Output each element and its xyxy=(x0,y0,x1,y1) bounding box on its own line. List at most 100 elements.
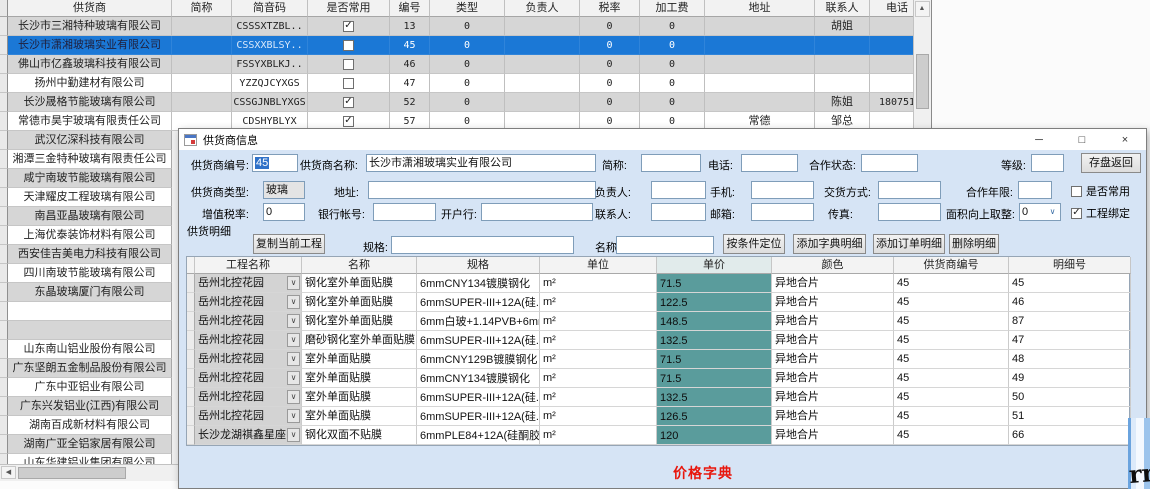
save-return-button[interactable]: 存盘返回 xyxy=(1081,153,1141,173)
cell-price[interactable]: 71.5 xyxy=(657,350,772,369)
cell-tax[interactable]: 0 xyxy=(580,93,640,112)
common-use-checkbox[interactable]: ✓ xyxy=(343,21,354,32)
row-header[interactable] xyxy=(187,407,195,426)
cell-addr[interactable] xyxy=(705,74,815,93)
supplier-list-item[interactable]: 咸宁南玻节能玻璃有限公司 xyxy=(8,169,172,188)
cell-code[interactable]: CSSGJNBLYXGS xyxy=(232,93,308,112)
cell-unit[interactable]: m² xyxy=(540,426,657,445)
combo-dropdown-icon[interactable]: ∨ xyxy=(287,276,300,290)
close-button[interactable]: × xyxy=(1110,129,1140,150)
cell-id[interactable]: 52 xyxy=(390,93,430,112)
row-header[interactable] xyxy=(0,264,8,283)
cell-color[interactable]: 异地合片 xyxy=(772,312,894,331)
supplier-list-item[interactable]: 广东兴发铝业(江西)有限公司 xyxy=(8,397,172,416)
cell-manager[interactable] xyxy=(505,93,580,112)
combo-dropdown-icon[interactable]: ∨ xyxy=(287,371,300,385)
row-header[interactable] xyxy=(0,93,8,112)
cell-detail_no[interactable]: 47 xyxy=(1009,331,1131,350)
delivery-input[interactable] xyxy=(878,181,941,199)
supplier-list-item[interactable]: 天津耀皮工程玻璃有限公司 xyxy=(8,188,172,207)
column-header-supplier_no[interactable]: 供货商编号 xyxy=(894,257,1009,274)
cell-project[interactable]: 岳州北控花园∨ xyxy=(195,369,302,388)
cell-fee[interactable]: 0 xyxy=(640,36,705,55)
combo-dropdown-icon[interactable]: ∨ xyxy=(287,333,300,347)
cell-name[interactable]: 钢化室外单面贴膜 xyxy=(302,293,417,312)
cell-detail_no[interactable]: 66 xyxy=(1009,426,1131,445)
cell-unit[interactable]: m² xyxy=(540,407,657,426)
bank-input[interactable] xyxy=(481,203,593,221)
cell-supplier[interactable]: 长沙市潇湘玻璃实业有限公司 xyxy=(8,36,172,55)
delete-detail-button[interactable]: 删除明细 xyxy=(949,234,999,254)
supplier-list-item[interactable]: 武汉亿深科技有限公司 xyxy=(8,131,172,150)
cell-addr[interactable] xyxy=(705,17,815,36)
cell-project[interactable]: 岳州北控花园∨ xyxy=(195,331,302,350)
column-header-name[interactable]: 名称 xyxy=(302,257,417,274)
cell-manager[interactable] xyxy=(505,74,580,93)
supplier-list-item[interactable] xyxy=(8,321,172,340)
maximize-button[interactable]: □ xyxy=(1067,129,1097,150)
cell-fee[interactable]: 0 xyxy=(640,55,705,74)
column-header-type[interactable]: 类型 xyxy=(430,0,505,17)
column-header-addr[interactable]: 地址 xyxy=(705,0,815,17)
scroll-left-icon[interactable]: ◀ xyxy=(1,466,16,479)
combo-dropdown-icon[interactable]: ∨ xyxy=(287,409,300,423)
cell-detail_no[interactable]: 51 xyxy=(1009,407,1131,426)
cell-color[interactable]: 异地合片 xyxy=(772,331,894,350)
cell-supplier_no[interactable]: 45 xyxy=(894,388,1009,407)
cell-id[interactable]: 47 xyxy=(390,74,430,93)
cell-supplier[interactable]: 长沙市三湘特种玻璃有限公司 xyxy=(8,17,172,36)
copy-current-project-button[interactable]: 复制当前工程 xyxy=(253,234,325,254)
cell-contact[interactable]: 胡姐 xyxy=(815,17,870,36)
row-header[interactable] xyxy=(0,150,8,169)
row-header[interactable] xyxy=(0,416,8,435)
cell-spec[interactable]: 6mmSUPER-III+12A(硅... xyxy=(417,293,540,312)
column-header-detail_no[interactable]: 明细号 xyxy=(1009,257,1131,274)
cell-detail_no[interactable]: 87 xyxy=(1009,312,1131,331)
cell-project[interactable]: 岳州北控花园∨ xyxy=(195,388,302,407)
column-header-spec[interactable]: 规格 xyxy=(417,257,540,274)
cell-price[interactable]: 126.5 xyxy=(657,407,772,426)
cell-supplier_no[interactable]: 45 xyxy=(894,350,1009,369)
cell-price[interactable]: 132.5 xyxy=(657,388,772,407)
cell-project[interactable]: 长沙龙湖祺鑫星座∨ xyxy=(195,426,302,445)
supplier-list-item[interactable]: 广东中亚铝业有限公司 xyxy=(8,378,172,397)
mobile-input[interactable] xyxy=(751,181,814,199)
address-input[interactable] xyxy=(368,181,596,199)
scroll-up-icon[interactable]: ▲ xyxy=(915,1,930,17)
cell-unit[interactable]: m² xyxy=(540,293,657,312)
grade-input[interactable] xyxy=(1031,154,1064,172)
cell-supplier_no[interactable]: 45 xyxy=(894,293,1009,312)
supplier-list-item[interactable] xyxy=(8,302,172,321)
cell-code[interactable]: FSSYXBLKJ.. xyxy=(232,55,308,74)
cell-name[interactable]: 室外单面贴膜 xyxy=(302,407,417,426)
cell-supplier_no[interactable]: 45 xyxy=(894,274,1009,293)
cell-price[interactable]: 132.5 xyxy=(657,331,772,350)
column-header-id[interactable]: 编号 xyxy=(390,0,430,17)
row-header[interactable] xyxy=(0,74,8,93)
cell-id[interactable]: 45 xyxy=(390,36,430,55)
add-dictionary-detail-button[interactable]: 添加字典明细 xyxy=(793,234,866,254)
cell-unit[interactable]: m² xyxy=(540,350,657,369)
cell-unit[interactable]: m² xyxy=(540,274,657,293)
column-header-unit[interactable]: 单位 xyxy=(540,257,657,274)
row-header[interactable] xyxy=(187,331,195,350)
column-header-common[interactable]: 是否常用 xyxy=(308,0,390,17)
column-header-color[interactable]: 颜色 xyxy=(772,257,894,274)
row-header[interactable] xyxy=(187,369,195,388)
common-use-checkbox[interactable] xyxy=(343,59,354,70)
combo-dropdown-icon[interactable]: ∨ xyxy=(287,428,300,442)
row-header[interactable] xyxy=(187,274,195,293)
cell-spec[interactable]: 6mmCNY129B镀膜钢化 xyxy=(417,350,540,369)
cell-contact[interactable]: 陈姐 xyxy=(815,93,870,112)
cell-manager[interactable] xyxy=(505,17,580,36)
locate-by-condition-button[interactable]: 按条件定位 xyxy=(723,234,785,254)
cell-name[interactable]: 磨砂钢化室外单面贴膜 xyxy=(302,331,417,350)
supplier-list-item[interactable]: 山东南山铝业股份有限公司 xyxy=(8,340,172,359)
row-header[interactable] xyxy=(0,378,8,397)
row-header[interactable] xyxy=(0,207,8,226)
cell-supplier_no[interactable]: 45 xyxy=(894,331,1009,350)
supplier-name-input[interactable]: 长沙市潇湘玻璃实业有限公司 xyxy=(366,154,596,172)
cell-supplier[interactable]: 佛山市亿鑫玻璃科技有限公司 xyxy=(8,55,172,74)
supplier-list-item[interactable]: 四川南玻节能玻璃有限公司 xyxy=(8,264,172,283)
column-header-manager[interactable]: 负责人 xyxy=(505,0,580,17)
